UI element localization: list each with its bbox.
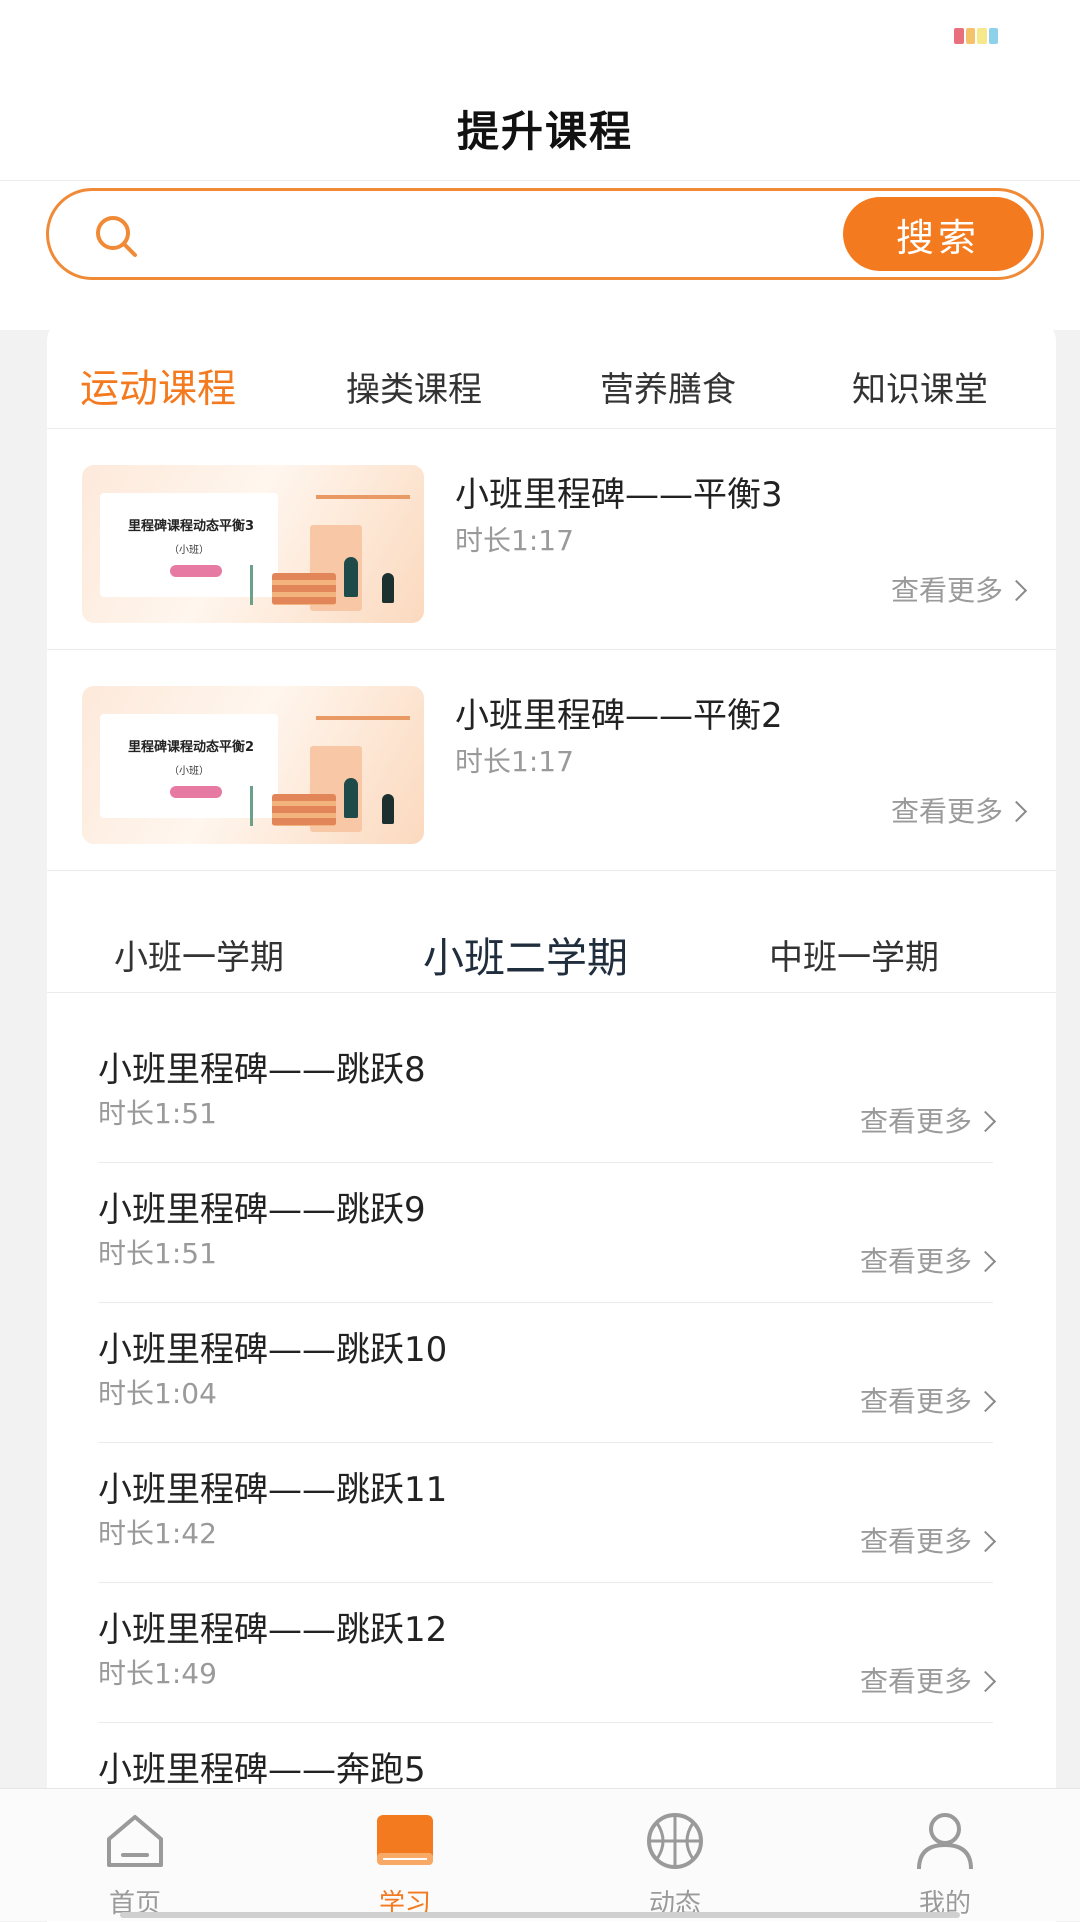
tab-nutrition[interactable]: 营养膳食 xyxy=(600,362,736,411)
course-duration: 时长1:17 xyxy=(455,524,574,557)
see-more-label: 查看更多 xyxy=(890,574,1003,607)
chevron-right-icon xyxy=(1005,800,1028,823)
search-button[interactable]: 搜索 xyxy=(843,197,1033,271)
tab-activity[interactable]: 动态 xyxy=(540,1789,810,1921)
teacher-figure xyxy=(344,778,358,818)
lesson-title: 小班里程碑——跳跃12 xyxy=(98,1610,448,1650)
lesson-title: 小班里程碑——跳跃8 xyxy=(98,1050,426,1090)
see-more-link[interactable]: 查看更多 xyxy=(859,1660,997,1700)
book-icon xyxy=(377,1815,433,1865)
shelf-graphic xyxy=(316,716,410,720)
status-indicator-icon xyxy=(954,28,998,44)
thumbnail-subtitle: （小班） xyxy=(169,766,209,777)
title-divider xyxy=(0,180,1080,181)
thumbnail-title: 里程碑课程动态平衡2 xyxy=(127,740,255,755)
see-more-label: 查看更多 xyxy=(859,1665,972,1698)
thumbnail-badge xyxy=(170,786,222,798)
see-more-link[interactable]: 查看更多 xyxy=(890,569,1028,609)
lesson-duration: 时长1:51 xyxy=(98,1097,217,1130)
tab-sports-courses[interactable]: 运动课程 xyxy=(80,358,236,414)
course-card: 运动课程 操类课程 营养膳食 知识课堂 里程碑课程动态平衡3 （小班） 小班里程… xyxy=(47,322,1056,1922)
child-figure xyxy=(382,794,394,824)
books-graphic xyxy=(272,794,336,826)
home-icon xyxy=(107,1815,163,1867)
shelf-graphic xyxy=(316,495,410,499)
see-more-link[interactable]: 查看更多 xyxy=(859,1240,997,1280)
top-area xyxy=(0,0,1080,330)
search-icon xyxy=(96,216,137,257)
lesson-duration: 时长1:49 xyxy=(98,1657,217,1690)
see-more-label: 查看更多 xyxy=(890,795,1003,828)
search-input[interactable] xyxy=(159,209,763,263)
tab-exercise-courses[interactable]: 操类课程 xyxy=(346,362,482,411)
thumbnail-subtitle: （小班） xyxy=(169,545,209,556)
course-title: 小班里程碑——平衡3 xyxy=(455,475,783,515)
list-item[interactable]: 小班里程碑——跳跃10 时长1:04 查看更多 xyxy=(98,1302,997,1443)
tab-term-small-1[interactable]: 小班一学期 xyxy=(114,930,284,979)
basketball-icon xyxy=(647,1813,703,1869)
child-figure xyxy=(382,573,394,603)
see-more-link[interactable]: 查看更多 xyxy=(859,1520,997,1560)
tab-term-middle-1[interactable]: 中班一学期 xyxy=(769,930,939,979)
lesson-duration: 时长1:51 xyxy=(98,1237,217,1270)
term-tabs: 小班一学期 小班二学期 中班一学期 xyxy=(47,872,1056,993)
lesson-title: 小班里程碑——跳跃10 xyxy=(98,1330,448,1370)
featured-course[interactable]: 里程碑课程动态平衡3 （小班） 小班里程碑——平衡3 时长1:17 查看更多 xyxy=(47,429,1056,650)
teacher-figure xyxy=(344,557,358,597)
course-thumbnail[interactable]: 里程碑课程动态平衡3 （小班） xyxy=(82,465,424,623)
list-item[interactable]: 小班里程碑——跳跃12 时长1:49 查看更多 xyxy=(98,1582,997,1723)
course-duration: 时长1:17 xyxy=(455,745,574,778)
plant-graphic xyxy=(250,786,267,826)
list-item[interactable]: 小班里程碑——跳跃11 时长1:42 查看更多 xyxy=(98,1442,997,1583)
chevron-right-icon xyxy=(974,1110,997,1133)
tab-study[interactable]: 学习 xyxy=(270,1789,540,1921)
person-icon xyxy=(917,1813,973,1870)
featured-course[interactable]: 里程碑课程动态平衡2 （小班） 小班里程碑——平衡2 时长1:17 查看更多 xyxy=(47,650,1056,871)
tab-knowledge-class[interactable]: 知识课堂 xyxy=(852,362,988,411)
course-thumbnail[interactable]: 里程碑课程动态平衡2 （小班） xyxy=(82,686,424,844)
see-more-label: 查看更多 xyxy=(859,1105,972,1138)
thumbnail-badge xyxy=(170,565,222,577)
see-more-link[interactable]: 查看更多 xyxy=(890,790,1028,830)
course-title: 小班里程碑——平衡2 xyxy=(455,696,783,736)
tab-home[interactable]: 首页 xyxy=(0,1789,270,1921)
bottom-tab-bar: 首页 学习 动态 我的 xyxy=(0,1788,1080,1921)
see-more-label: 查看更多 xyxy=(859,1245,972,1278)
page-title: 提升课程 xyxy=(456,107,633,156)
see-more-link[interactable]: 查看更多 xyxy=(859,1380,997,1420)
list-item[interactable]: 小班里程碑——跳跃9 时长1:51 查看更多 xyxy=(98,1162,997,1303)
see-more-label: 查看更多 xyxy=(859,1525,972,1558)
chevron-right-icon xyxy=(1005,579,1028,602)
lesson-title: 小班里程碑——跳跃9 xyxy=(98,1190,426,1230)
tab-mine[interactable]: 我的 xyxy=(810,1789,1080,1921)
thumbnail-title: 里程碑课程动态平衡3 xyxy=(127,519,255,534)
list-item[interactable]: 小班里程碑——跳跃8 时长1:51 查看更多 xyxy=(98,1022,997,1163)
lesson-duration: 时长1:42 xyxy=(98,1517,217,1550)
chevron-right-icon xyxy=(974,1670,997,1693)
chevron-right-icon xyxy=(974,1250,997,1273)
see-more-link[interactable]: 查看更多 xyxy=(859,1100,997,1140)
plant-graphic xyxy=(250,565,267,605)
see-more-label: 查看更多 xyxy=(859,1385,972,1418)
category-tabs: 运动课程 操类课程 营养膳食 知识课堂 xyxy=(47,322,1056,429)
chevron-right-icon xyxy=(974,1390,997,1413)
chevron-right-icon xyxy=(974,1530,997,1553)
tab-term-small-2[interactable]: 小班二学期 xyxy=(423,924,628,984)
lesson-duration: 时长1:04 xyxy=(98,1377,217,1410)
search-bar[interactable]: 搜索 xyxy=(46,188,1044,280)
home-indicator xyxy=(120,1912,960,1918)
lesson-title: 小班里程碑——跳跃11 xyxy=(98,1470,448,1510)
lesson-title: 小班里程碑——奔跑5 xyxy=(98,1750,426,1790)
books-graphic xyxy=(272,573,336,605)
